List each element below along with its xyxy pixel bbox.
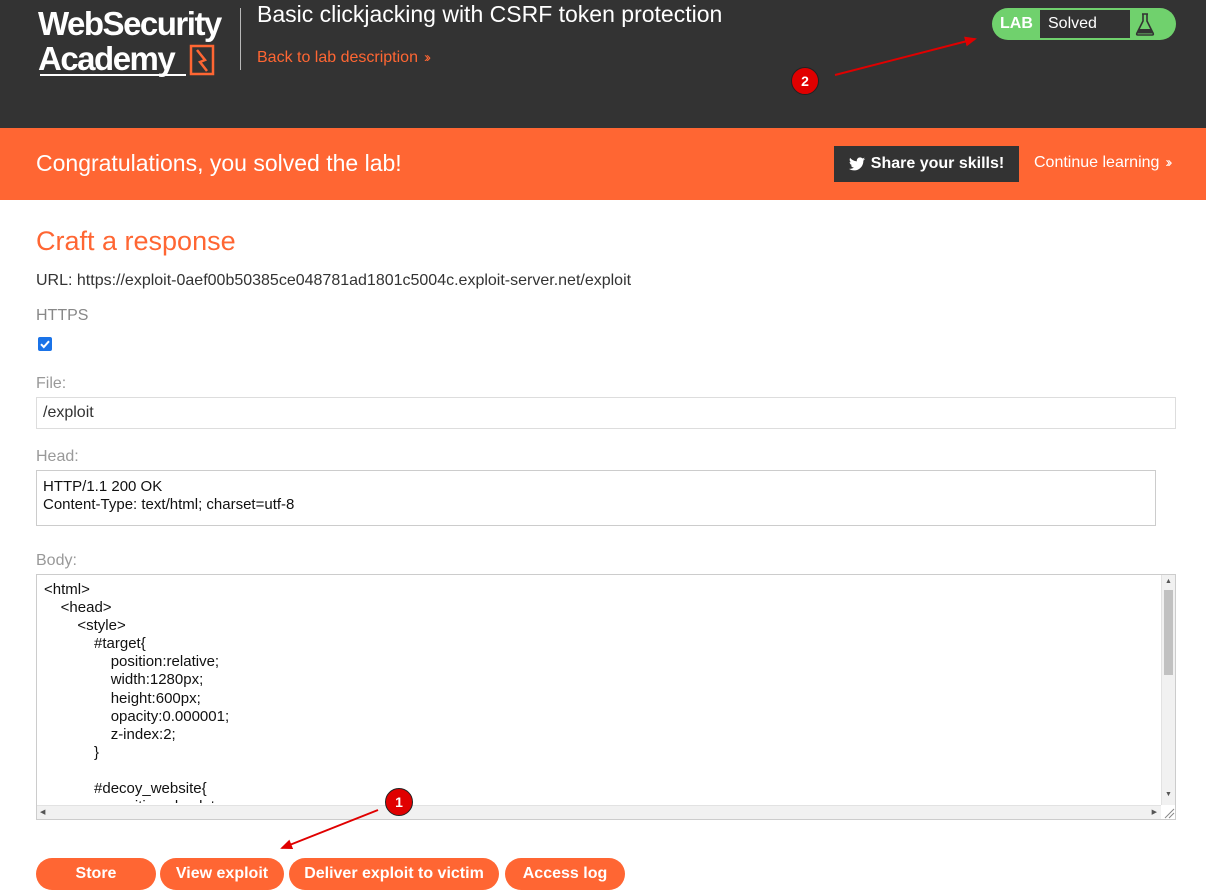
file-label: File: (36, 375, 67, 392)
badge-divider (1130, 10, 1132, 38)
file-path-input[interactable] (36, 397, 1176, 429)
body-label: Body: (36, 552, 77, 569)
horizontal-scrollbar[interactable]: ◀ ▶ (37, 805, 1161, 819)
lab-status-text: Solved (1040, 10, 1130, 38)
solved-banner: Congratulations, you solved the lab! Sha… (0, 128, 1206, 200)
view-exploit-button[interactable]: View exploit (160, 858, 284, 890)
scroll-down-arrow-icon[interactable]: ▼ (1165, 791, 1172, 798)
back-link-label: Back to lab description (257, 49, 418, 66)
head-label: Head: (36, 448, 79, 465)
continue-learning-label: Continue learning (1034, 154, 1160, 171)
deliver-exploit-button[interactable]: Deliver exploit to victim (289, 858, 499, 890)
continue-learning-link[interactable]: Continue learning ›› (1034, 154, 1172, 172)
store-button[interactable]: Store (36, 858, 156, 890)
head-textarea[interactable]: HTTP/1.1 200 OK Content-Type: text/html;… (36, 470, 1156, 526)
resize-grip-icon[interactable] (1161, 805, 1175, 819)
annotation-marker-1: 1 (385, 788, 413, 816)
share-your-skills-button[interactable]: Share your skills! (834, 146, 1019, 182)
lab-title: Basic clickjacking with CSRF token prote… (257, 1, 723, 27)
logo-underline (40, 74, 186, 76)
vertical-scroll-thumb[interactable] (1164, 590, 1173, 675)
https-checkbox[interactable] (38, 337, 52, 351)
exploit-url: URL: https://exploit-0aef00b50385ce04878… (36, 272, 632, 289)
page-heading: Craft a response (36, 226, 236, 256)
body-textarea-content[interactable]: <html> <head> <style> #target{ position:… (44, 581, 1154, 803)
back-to-lab-description-link[interactable]: Back to lab description ›› (257, 49, 431, 67)
congratulations-message: Congratulations, you solved the lab! (36, 150, 402, 176)
logo-text-line2: Academy (38, 40, 176, 77)
share-button-label: Share your skills! (870, 155, 1005, 172)
double-chevron-right-icon: ›› (423, 49, 431, 66)
page-header: WebSecurity Academy Basic clickjacking w… (0, 0, 1206, 128)
https-label: HTTPS (36, 307, 89, 324)
web-security-academy-logo[interactable]: WebSecurity Academy (38, 6, 238, 78)
double-chevron-right-icon: ›› (1165, 154, 1172, 171)
access-log-button[interactable]: Access log (505, 858, 625, 890)
logo-text-line1: WebSecurity (38, 5, 222, 42)
scroll-right-arrow-icon[interactable]: ▶ (1152, 808, 1157, 816)
lightning-bolt-icon (189, 44, 215, 76)
flask-icon (1135, 13, 1155, 36)
scroll-up-arrow-icon[interactable]: ▲ (1165, 578, 1172, 585)
body-textarea[interactable]: <html> <head> <style> #target{ position:… (36, 574, 1176, 820)
header-divider (240, 8, 241, 70)
vertical-scrollbar[interactable]: ▲ ▼ (1161, 575, 1175, 805)
twitter-bird-icon (848, 157, 865, 171)
checkmark-icon (40, 340, 50, 349)
scroll-left-arrow-icon[interactable]: ◀ (40, 808, 45, 816)
lab-badge-label: LAB (1000, 15, 1033, 32)
lab-status-badge: LAB Solved (992, 8, 1176, 40)
annotation-marker-2: 2 (791, 67, 819, 95)
